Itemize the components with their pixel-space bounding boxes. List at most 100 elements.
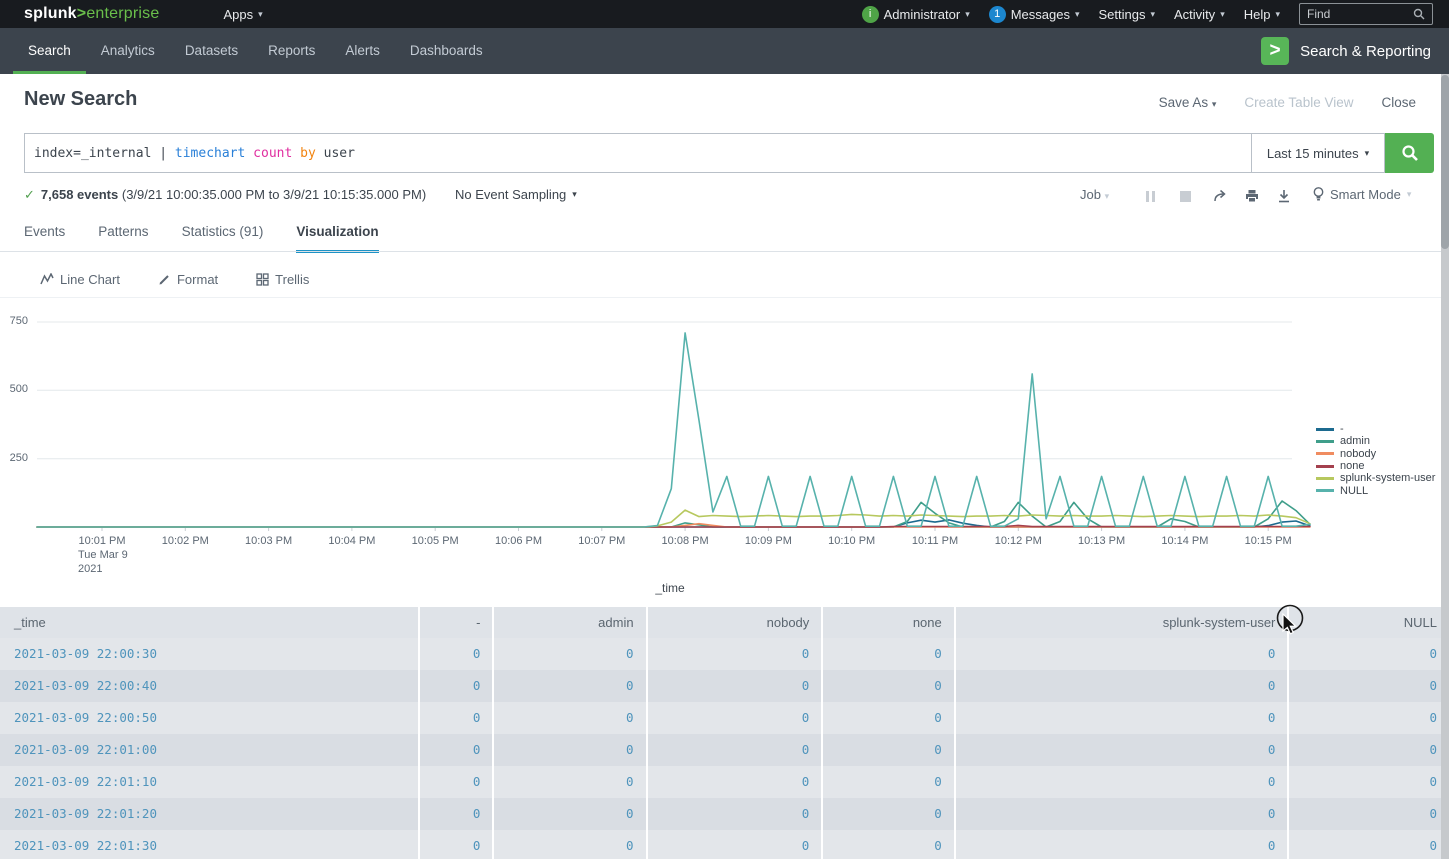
user-avatar-icon: i (862, 6, 879, 23)
user-menu[interactable]: i Administrator▾ (862, 6, 970, 23)
x-tick-label: 10:08 PM (640, 535, 730, 547)
legend-entry[interactable]: none (1316, 460, 1435, 472)
chevron-down-icon: ▾ (1105, 191, 1110, 201)
column-header-nobody[interactable]: nobody (648, 607, 822, 638)
value-cell: 0 (648, 830, 822, 859)
activity-label: Activity (1174, 7, 1215, 22)
line-chart-icon (40, 273, 54, 286)
column-header-splunk-system-user[interactable]: splunk-system-user (956, 607, 1288, 638)
event-sampling-menu[interactable]: No Event Sampling ▾ (455, 187, 577, 202)
legend-entry[interactable]: - (1316, 423, 1435, 435)
time-cell: 2021-03-09 22:01:00 (0, 734, 418, 766)
column-header--[interactable]: - (420, 607, 492, 638)
legend-entry[interactable]: nobody (1316, 448, 1435, 460)
search-query-input[interactable]: index=_internal | timechart count by use… (24, 133, 1251, 173)
tab-statistics-91-[interactable]: Statistics (91) (182, 224, 264, 253)
save-as-button[interactable]: Save As ▾ (1159, 95, 1217, 110)
legend-swatch (1316, 452, 1334, 455)
tab-patterns[interactable]: Patterns (98, 224, 148, 253)
legend-swatch (1316, 440, 1334, 443)
legend-label: splunk-system-user (1340, 472, 1435, 484)
y-tick-label: 250 (0, 452, 28, 464)
search-mode-menu[interactable]: Smart Mode ▾ (1313, 187, 1411, 202)
format-button[interactable]: Format (158, 272, 218, 287)
download-icon (1277, 189, 1291, 203)
column-header-none[interactable]: none (823, 607, 953, 638)
table-row[interactable]: 2021-03-09 22:01:30000000 (0, 830, 1449, 859)
series-line-NULL (37, 333, 1310, 527)
app-name-label: Search & Reporting (1300, 43, 1431, 60)
time-range-label: Last 15 minutes (1267, 146, 1359, 161)
legend-swatch (1316, 477, 1334, 480)
lightbulb-icon (1313, 187, 1324, 202)
time-range-picker[interactable]: Last 15 minutes ▾ (1251, 133, 1385, 173)
job-menu[interactable]: Job ▾ (1080, 187, 1109, 202)
table-row[interactable]: 2021-03-09 22:01:00000000 (0, 734, 1449, 766)
settings-menu[interactable]: Settings▾ (1099, 7, 1156, 22)
table-row[interactable]: 2021-03-09 22:00:50000000 (0, 702, 1449, 734)
chart-legend: -adminnobodynonesplunk-system-userNULL (1316, 423, 1435, 497)
events-count: 7,658 events (41, 187, 118, 202)
value-cell: 0 (1289, 798, 1449, 830)
x-tick-label: 10:03 PM (224, 535, 314, 547)
results-tabs: Events Patterns Statistics (91) Visualizati… (24, 224, 412, 253)
smart-mode-label: Smart Mode (1330, 187, 1401, 202)
vertical-scrollbar[interactable] (1441, 74, 1449, 859)
app-nav-tabs: SearchAnalyticsDatasetsReportsAlertsDash… (13, 28, 498, 74)
legend-entry[interactable]: splunk-system-user (1316, 472, 1435, 484)
value-cell: 0 (823, 702, 953, 734)
search-icon (1413, 8, 1425, 20)
value-cell: 0 (494, 798, 645, 830)
apps-menu[interactable]: Apps▾ (223, 7, 262, 22)
find-input[interactable]: Find (1299, 3, 1433, 25)
splunk-logo[interactable]: splunk>enterprise (24, 5, 159, 23)
value-cell: 0 (494, 638, 645, 670)
table-row[interactable]: 2021-03-09 22:00:30000000 (0, 638, 1449, 670)
scrollbar-thumb[interactable] (1441, 75, 1449, 249)
export-button[interactable] (1277, 189, 1291, 208)
save-as-label: Save As (1159, 95, 1209, 110)
appbar-tab-dashboards[interactable]: Dashboards (395, 28, 498, 74)
messages-menu[interactable]: 1 Messages▾ (989, 6, 1080, 23)
appbar-tab-reports[interactable]: Reports (253, 28, 330, 74)
appbar-tab-analytics[interactable]: Analytics (86, 28, 170, 74)
current-app[interactable]: > Search & Reporting (1261, 28, 1449, 74)
column-header--time[interactable]: _time (0, 607, 418, 638)
value-cell: 0 (823, 766, 953, 798)
legend-entry[interactable]: NULL (1316, 484, 1435, 496)
logo-gt: > (77, 5, 87, 22)
chart-type-button[interactable]: Line Chart (40, 272, 120, 287)
legend-swatch (1316, 465, 1334, 468)
search-button[interactable] (1385, 133, 1434, 173)
value-cell: 0 (420, 734, 492, 766)
share-icon (1213, 189, 1228, 203)
activity-menu[interactable]: Activity▾ (1174, 7, 1225, 22)
table-row[interactable]: 2021-03-09 22:01:10000000 (0, 766, 1449, 798)
close-button[interactable]: Close (1381, 95, 1416, 110)
tab-visualization[interactable]: Visualization (296, 224, 378, 253)
appbar-tab-search[interactable]: Search (13, 28, 86, 74)
table-body: 2021-03-09 22:00:300000002021-03-09 22:0… (0, 638, 1449, 859)
table-row[interactable]: 2021-03-09 22:00:40000000 (0, 670, 1449, 702)
tab-events[interactable]: Events (24, 224, 65, 253)
value-cell: 0 (1289, 734, 1449, 766)
legend-entry[interactable]: admin (1316, 435, 1435, 447)
help-menu[interactable]: Help▾ (1244, 7, 1280, 22)
trellis-grid-icon (256, 273, 269, 286)
value-cell: 0 (956, 702, 1288, 734)
timechart-plot[interactable] (0, 317, 1320, 537)
trellis-button[interactable]: Trellis (256, 272, 309, 287)
appbar-tab-datasets[interactable]: Datasets (170, 28, 253, 74)
share-button[interactable] (1213, 189, 1228, 208)
x-tick-label: 10:11 PM (890, 535, 980, 547)
find-placeholder: Find (1307, 7, 1330, 21)
x-tick-label: 10:06 PM (474, 535, 564, 547)
appbar-tab-alerts[interactable]: Alerts (330, 28, 395, 74)
search-reporting-app-icon: > (1261, 37, 1289, 65)
table-row[interactable]: 2021-03-09 22:01:20000000 (0, 798, 1449, 830)
events-range: (3/9/21 10:00:35.000 PM to 3/9/21 10:15:… (122, 187, 426, 202)
trellis-label: Trellis (275, 272, 309, 287)
time-cell: 2021-03-09 22:01:30 (0, 830, 418, 859)
print-button[interactable] (1245, 189, 1259, 208)
column-header-admin[interactable]: admin (494, 607, 645, 638)
